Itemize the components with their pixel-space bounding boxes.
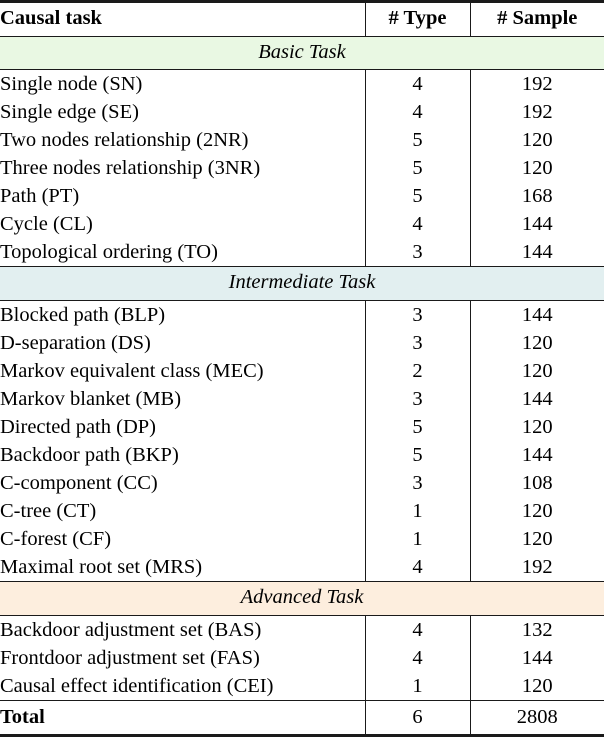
table-row: Cycle (CL) 4 144 <box>0 210 604 239</box>
cell-sample-count: 120 <box>469 154 604 183</box>
table-row: Path (PT) 5 168 <box>0 182 604 211</box>
cell-task-name: Markov blanket (MB) <box>0 388 182 411</box>
cell-sample-count: 120 <box>469 497 604 526</box>
table-row: Three nodes relationship (3NR) 5 120 <box>0 154 604 183</box>
cell-sample-count: 120 <box>469 525 604 554</box>
cell-type-count: 3 <box>364 469 470 498</box>
cell-task-name: Single node (SN) <box>0 69 365 99</box>
table-row: Markov blanket (MB) 3 144 <box>0 385 604 414</box>
cell-sample-count: 120 <box>469 329 604 358</box>
cell-task-name: Directed path (DP) <box>0 416 156 439</box>
cell-type-count: 5 <box>364 126 470 155</box>
cell-sample-count: 120 <box>469 357 604 386</box>
causal-task-benchmark-table: Causal task # Type # Sample Basic Task Singl… <box>0 0 604 737</box>
table-row: Two nodes relationship (2NR) 5 120 <box>0 126 604 155</box>
cell-task-name: Maximal root set (MRS) <box>0 556 203 579</box>
cell-type-count: 4 <box>364 98 470 127</box>
cell-type-count: 4 <box>364 69 470 99</box>
cell-task-name: C-component (CC) <box>0 472 158 495</box>
table-row: Blocked path (BLP) 3 144 <box>0 300 604 330</box>
cell-sample-count: 144 <box>469 385 604 414</box>
cell-sample-count: 120 <box>469 672 604 701</box>
cell-type-count: 4 <box>364 644 470 673</box>
cell-sample-count: 120 <box>469 413 604 442</box>
table-header-row: Causal task # Type # Sample <box>0 0 604 37</box>
total-type-count: 6 <box>364 700 470 737</box>
cell-sample-count: 144 <box>469 238 604 267</box>
cell-sample-count: 144 <box>469 644 604 673</box>
cell-type-count: 3 <box>364 329 470 358</box>
cell-type-count: 3 <box>364 238 470 267</box>
cell-type-count: 2 <box>364 357 470 386</box>
table-row: C-tree (CT) 1 120 <box>0 497 604 526</box>
column-header-sample: # Sample <box>469 0 604 37</box>
cell-type-count: 5 <box>364 441 470 470</box>
cell-sample-count: 120 <box>469 126 604 155</box>
table-row: Maximal root set (MRS) 4 192 <box>0 553 604 582</box>
cell-type-count: 3 <box>364 385 470 414</box>
cell-type-count: 1 <box>364 525 470 554</box>
cell-task-name: Three nodes relationship (3NR) <box>0 157 261 180</box>
cell-sample-count: 192 <box>469 98 604 127</box>
table-row: Single node (SN) 4 192 <box>0 69 604 99</box>
table-row: Single edge (SE) 4 192 <box>0 98 604 127</box>
cell-task-name: C-tree (CT) <box>0 500 97 523</box>
table-row: Backdoor adjustment set (BAS) 4 132 <box>0 614 604 644</box>
cell-type-count: 5 <box>364 413 470 442</box>
cell-task-name: Path (PT) <box>0 185 80 208</box>
section-title: Intermediate Task <box>0 266 604 301</box>
cell-task-name: Topological ordering (TO) <box>0 241 218 264</box>
table-row: C-forest (CF) 1 120 <box>0 525 604 554</box>
cell-type-count: 1 <box>364 497 470 526</box>
cell-type-count: 4 <box>364 553 470 582</box>
table-row: Directed path (DP) 5 120 <box>0 413 604 442</box>
cell-sample-count: 168 <box>469 182 604 211</box>
cell-task-name: Backdoor path (BKP) <box>0 444 179 467</box>
total-sample-count: 2808 <box>469 700 604 737</box>
cell-type-count: 4 <box>364 210 470 239</box>
cell-sample-count: 144 <box>469 210 604 239</box>
cell-task-name: Blocked path (BLP) <box>0 300 365 330</box>
section-band-intermediate-task: Intermediate Task <box>0 266 604 301</box>
table-total-row: Total 6 2808 <box>0 700 604 737</box>
cell-task-name: C-forest (CF) <box>0 528 112 551</box>
cell-type-count: 5 <box>364 154 470 183</box>
column-header-type: # Type <box>364 0 470 37</box>
column-header-task: Causal task <box>0 0 365 37</box>
cell-sample-count: 144 <box>469 441 604 470</box>
cell-task-name: Markov equivalent class (MEC) <box>0 360 264 383</box>
cell-sample-count: 144 <box>469 300 604 330</box>
section-title: Advanced Task <box>0 581 604 616</box>
cell-task-name: D-separation (DS) <box>0 332 151 355</box>
table-row: Markov equivalent class (MEC) 2 120 <box>0 357 604 386</box>
cell-sample-count: 132 <box>469 614 604 644</box>
cell-task-name: Two nodes relationship (2NR) <box>0 129 249 152</box>
cell-task-name: Backdoor adjustment set (BAS) <box>0 614 365 644</box>
cell-task-name: Single edge (SE) <box>0 101 139 124</box>
table-row: Frontdoor adjustment set (FAS) 4 144 <box>0 644 604 673</box>
section-title: Basic Task <box>0 35 604 70</box>
section-band-advanced-task: Advanced Task <box>0 581 604 616</box>
total-label: Total <box>0 700 365 737</box>
cell-sample-count: 192 <box>469 553 604 582</box>
cell-sample-count: 108 <box>469 469 604 498</box>
table-row: Backdoor path (BKP) 5 144 <box>0 441 604 470</box>
table-row: C-component (CC) 3 108 <box>0 469 604 498</box>
cell-type-count: 3 <box>364 300 470 330</box>
cell-type-count: 4 <box>364 614 470 644</box>
cell-sample-count: 192 <box>469 69 604 99</box>
table-row: D-separation (DS) 3 120 <box>0 329 604 358</box>
table-row: Topological ordering (TO) 3 144 <box>0 238 604 267</box>
table-row: Causal effect identification (CEI) 1 120 <box>0 672 604 701</box>
cell-task-name: Frontdoor adjustment set (FAS) <box>0 647 260 669</box>
cell-type-count: 1 <box>364 672 470 701</box>
table-container: Causal task # Type # Sample Basic Task Singl… <box>0 0 604 737</box>
cell-task-name: Cycle (CL) <box>0 213 93 236</box>
section-band-basic-task: Basic Task <box>0 35 604 70</box>
cell-type-count: 5 <box>364 182 470 211</box>
cell-task-name: Causal effect identification (CEI) <box>0 675 274 698</box>
